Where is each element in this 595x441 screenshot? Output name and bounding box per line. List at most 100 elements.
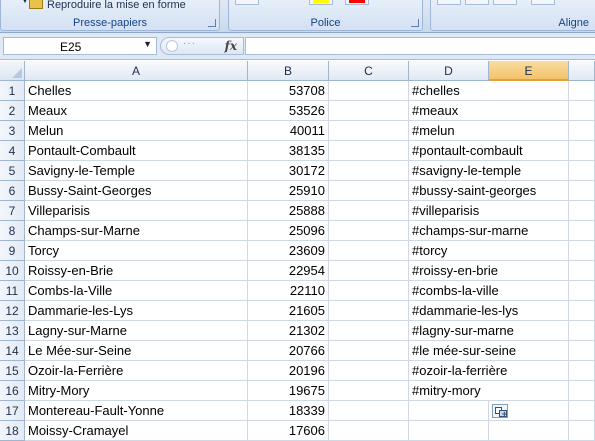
cell-b9[interactable]: 23609 <box>248 241 329 261</box>
orientation-button[interactable] <box>531 0 555 5</box>
cell-d16[interactable]: #mitry-mory <box>409 381 489 401</box>
cell-d9[interactable]: #torcy <box>409 241 489 261</box>
cell-f11[interactable] <box>569 281 595 301</box>
cell-c1[interactable] <box>329 81 409 101</box>
row-header[interactable]: 9 <box>0 241 25 261</box>
select-all-button[interactable] <box>0 61 25 81</box>
cell-d8[interactable]: #champs-sur-marne <box>409 221 532 241</box>
cell-a4[interactable]: Pontault-Combault <box>25 141 248 161</box>
cell-f16[interactable] <box>569 381 595 401</box>
row-header[interactable]: 7 <box>0 201 25 221</box>
cell-a9[interactable]: Torcy <box>25 241 248 261</box>
cell-e3[interactable] <box>489 121 569 141</box>
cell-d11[interactable]: #combs-la-ville <box>409 281 502 301</box>
column-header-b[interactable]: B <box>248 61 329 81</box>
cell-a6[interactable]: Bussy-Saint-Georges <box>25 181 248 201</box>
cell-c16[interactable] <box>329 381 409 401</box>
cell-c17[interactable] <box>329 401 409 421</box>
cell-d1[interactable]: #chelles <box>409 81 489 101</box>
cell-a10[interactable]: Roissy-en-Brie <box>25 261 248 281</box>
insert-function-button[interactable]: fx <box>225 39 237 53</box>
cell-e18[interactable] <box>489 421 569 441</box>
font-dialog-launcher-icon[interactable] <box>411 19 419 27</box>
cell-b11[interactable]: 22110 <box>248 281 329 301</box>
cell-a15[interactable]: Ozoir-la-Ferrière <box>25 361 248 381</box>
cell-a5[interactable]: Savigny-le-Temple <box>25 161 248 181</box>
cell-b10[interactable]: 22954 <box>248 261 329 281</box>
cell-b6[interactable]: 25910 <box>248 181 329 201</box>
cell-c13[interactable] <box>329 321 409 341</box>
cell-c11[interactable] <box>329 281 409 301</box>
cell-b2[interactable]: 53526 <box>248 101 329 121</box>
cell-a1[interactable]: Chelles <box>25 81 248 101</box>
column-header-c[interactable]: C <box>329 61 409 81</box>
cell-b12[interactable]: 21605 <box>248 301 329 321</box>
cell-f7[interactable] <box>569 201 595 221</box>
cell-d15[interactable]: #ozoir-la-ferrière <box>409 361 511 381</box>
cell-d4[interactable]: #pontault-combault <box>409 141 526 161</box>
cell-d2[interactable]: #meaux <box>409 101 489 121</box>
cell-c12[interactable] <box>329 301 409 321</box>
cell-d5[interactable]: #savigny-le-temple <box>409 161 525 181</box>
cell-b4[interactable]: 38135 <box>248 141 329 161</box>
fill-color-button[interactable] <box>309 0 333 5</box>
cell-d6[interactable]: #bussy-saint-georges <box>409 181 540 201</box>
cell-a13[interactable]: Lagny-sur-Marne <box>25 321 248 341</box>
row-header[interactable]: 2 <box>0 101 25 121</box>
row-header[interactable]: 13 <box>0 321 25 341</box>
align-middle-button[interactable] <box>465 0 489 5</box>
cell-d10[interactable]: #roissy-en-brie <box>409 261 501 281</box>
row-header[interactable]: 18 <box>0 421 25 441</box>
cell-b7[interactable]: 25888 <box>248 201 329 221</box>
row-header[interactable]: 1 <box>0 81 25 101</box>
cell-d3[interactable]: #melun <box>409 121 489 141</box>
cell-e2[interactable] <box>489 101 569 121</box>
row-header[interactable]: 11 <box>0 281 25 301</box>
align-bottom-button[interactable] <box>493 0 517 5</box>
cell-a11[interactable]: Combs-la-Ville <box>25 281 248 301</box>
row-header[interactable]: 15 <box>0 361 25 381</box>
cell-c3[interactable] <box>329 121 409 141</box>
name-box[interactable]: E25 ▼ <box>3 37 157 55</box>
cell-a14[interactable]: Le Mée-sur-Seine <box>25 341 248 361</box>
cell-a3[interactable]: Melun <box>25 121 248 141</box>
row-header[interactable]: 5 <box>0 161 25 181</box>
splitter-dots-icon[interactable]: ··· <box>183 38 196 49</box>
cell-b1[interactable]: 53708 <box>248 81 329 101</box>
row-header[interactable]: 8 <box>0 221 25 241</box>
cell-a8[interactable]: Champs-sur-Marne <box>25 221 248 241</box>
clipboard-dialog-launcher-icon[interactable] <box>208 19 216 27</box>
cell-d12[interactable]: #dammarie-les-lys <box>409 301 522 321</box>
column-header-next[interactable] <box>569 61 595 81</box>
cell-b8[interactable]: 25096 <box>248 221 329 241</box>
cell-a16[interactable]: Mitry-Mory <box>25 381 248 401</box>
column-header-d[interactable]: D <box>409 61 489 81</box>
cell-f1[interactable] <box>569 81 595 101</box>
cell-f13[interactable] <box>569 321 595 341</box>
cell-b17[interactable]: 18339 <box>248 401 329 421</box>
row-header[interactable]: 10 <box>0 261 25 281</box>
row-header[interactable]: 17 <box>0 401 25 421</box>
cell-f8[interactable] <box>569 221 595 241</box>
cell-c7[interactable] <box>329 201 409 221</box>
cell-b18[interactable]: 17606 <box>248 421 329 441</box>
cell-c18[interactable] <box>329 421 409 441</box>
cell-b14[interactable]: 20766 <box>248 341 329 361</box>
cell-a18[interactable]: Moissy-Cramayel <box>25 421 248 441</box>
cell-c5[interactable] <box>329 161 409 181</box>
cell-f18[interactable] <box>569 421 595 441</box>
cell-f2[interactable] <box>569 101 595 121</box>
align-top-button[interactable] <box>437 0 461 5</box>
cell-c15[interactable] <box>329 361 409 381</box>
cell-e10[interactable] <box>489 261 569 281</box>
cell-b16[interactable]: 19675 <box>248 381 329 401</box>
formula-input[interactable] <box>245 37 595 55</box>
cell-f6[interactable] <box>569 181 595 201</box>
chevron-down-icon[interactable]: ▼ <box>143 39 152 49</box>
borders-button[interactable] <box>235 0 259 5</box>
cell-f10[interactable] <box>569 261 595 281</box>
cell-c6[interactable] <box>329 181 409 201</box>
format-painter-button[interactable]: Reproduire la mise en forme <box>29 0 186 11</box>
cell-b13[interactable]: 21302 <box>248 321 329 341</box>
row-header[interactable]: 6 <box>0 181 25 201</box>
